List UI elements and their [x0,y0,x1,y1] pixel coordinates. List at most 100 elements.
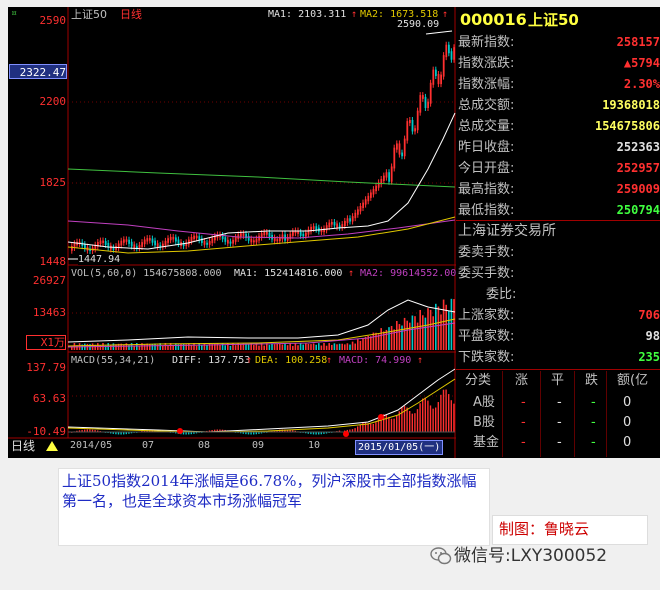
candle-body [312,226,315,229]
macd-y-top: 137.79 [26,361,66,374]
candle-body [427,101,429,108]
macd-dea-value: DEA: 100.258 [255,355,328,366]
y-label-1825: 1825 [39,176,67,189]
macd-bar [448,394,450,432]
macd-bar [385,414,387,432]
candle-body [125,239,128,242]
candle-body [406,121,409,141]
candle-body [393,147,396,169]
volume-bar [370,336,372,350]
candle-body [84,244,86,249]
candle-body [409,119,411,124]
macd-bar [388,416,390,432]
breadth-label: 委比: [486,287,517,302]
volume-bar [302,344,304,350]
candle-body [169,236,172,241]
vol-unit-button[interactable]: X1万 [26,335,66,350]
volume-bar [450,298,453,350]
candle-body [357,209,359,215]
volume-bar [354,343,356,350]
candle-body [331,222,333,225]
candle-body [255,238,258,243]
candle-body [281,234,284,240]
candle-body [177,239,180,245]
candle-body [130,241,133,247]
volume-bar [292,345,294,350]
breadth-value: 235 [638,350,660,364]
volume-bar [372,332,375,350]
volume-bar [453,299,455,350]
macd-bar [424,397,426,432]
vol-y-mid: 13463 [32,306,66,319]
macd-bar [440,394,442,432]
quote-label: 指数涨幅: [458,77,515,92]
quote-info-panel: 000016 上证50 最新指数: 258157 指数涨跌: ▲5794 指数涨幅: 2.… [456,7,660,458]
candle-body [422,95,424,99]
candle-body [346,218,349,223]
breadth-row: 下跌家数: 235 [458,347,660,368]
period-label[interactable]: 日线 [120,9,142,20]
volume-bar [294,343,297,350]
volume-bar [396,321,398,350]
volume-bar [182,343,185,350]
candle-body [172,236,175,240]
x-tick-2014-05: 2014/05 [70,440,113,451]
candle-body [372,189,375,195]
volume-bar [323,343,325,350]
breadth-table-row: A股 - - - 0 [459,393,658,413]
macd-bar [411,413,413,432]
candle-body [383,175,385,181]
volume-bar [419,309,421,350]
volume-bar [206,344,208,350]
macd-bar [375,422,377,432]
candle-body [224,237,227,242]
candle-body [315,226,318,230]
quote-row: 最新指数: 258157 [458,32,660,53]
macd-y-mid: 63.63 [32,392,66,405]
volume-bar [247,344,250,350]
candle-body [190,236,193,242]
breadth-table-cell: - [591,435,596,450]
candle-body [175,237,177,242]
quote-label: 总成交量: [458,119,515,134]
volume-bar [289,343,291,350]
volume-bar [253,344,255,350]
caption-text: 上证50指数2014年涨幅是66.78%，列沪深股市全部指数涨幅第一名，也是全球… [62,472,477,510]
macd-params: MACD(55,34,21) [71,355,156,366]
quote-row: 今日开盘: 252957 [458,158,660,179]
candle-body [349,218,351,222]
candle-body [120,240,123,246]
candle-body [299,231,302,236]
bottom-period-tab[interactable]: 日线 [11,439,35,453]
macd-bar [427,400,429,432]
volume-bar [427,308,429,350]
volume-bar [276,343,278,350]
quote-label: 今日开盘: [458,161,515,176]
volume-bar [281,344,284,350]
quote-row: 总成交额: 19368018 [458,95,660,116]
macd-diff-value: DIFF: 137.753 [172,355,251,366]
candle-body [195,235,198,239]
breadth-table-cell: 基金 [473,435,500,450]
candle-body [437,74,440,85]
macd-bar [403,405,406,432]
stock-chart-window: ¤ 上证50 日线 MA1: 2103.311 ↑ MA2: 1673.518 … [8,7,660,458]
dea-arrow-icon: ↑ [326,355,333,366]
macd-bar [390,418,393,432]
breadth-label: 上涨家数: [458,308,515,323]
index-name-label: 上证50 [71,8,107,21]
macd-bar [370,424,372,432]
breadth-table-header-cell: 额(亿 [617,373,649,388]
volume-bar [445,304,447,350]
candle-body [333,222,336,226]
y-label-2590: 2590 [39,14,67,27]
candle-body [302,233,305,237]
macd-bar [419,403,421,432]
y-label-1448: 1448 [39,255,67,268]
candle-body [403,138,406,157]
candle-body [411,119,414,132]
kline-chart[interactable] [8,7,456,458]
vol-ma1-arrow-icon: ↑ [348,268,355,279]
candle-body [336,223,338,228]
triangle-up-icon[interactable] [46,441,58,451]
